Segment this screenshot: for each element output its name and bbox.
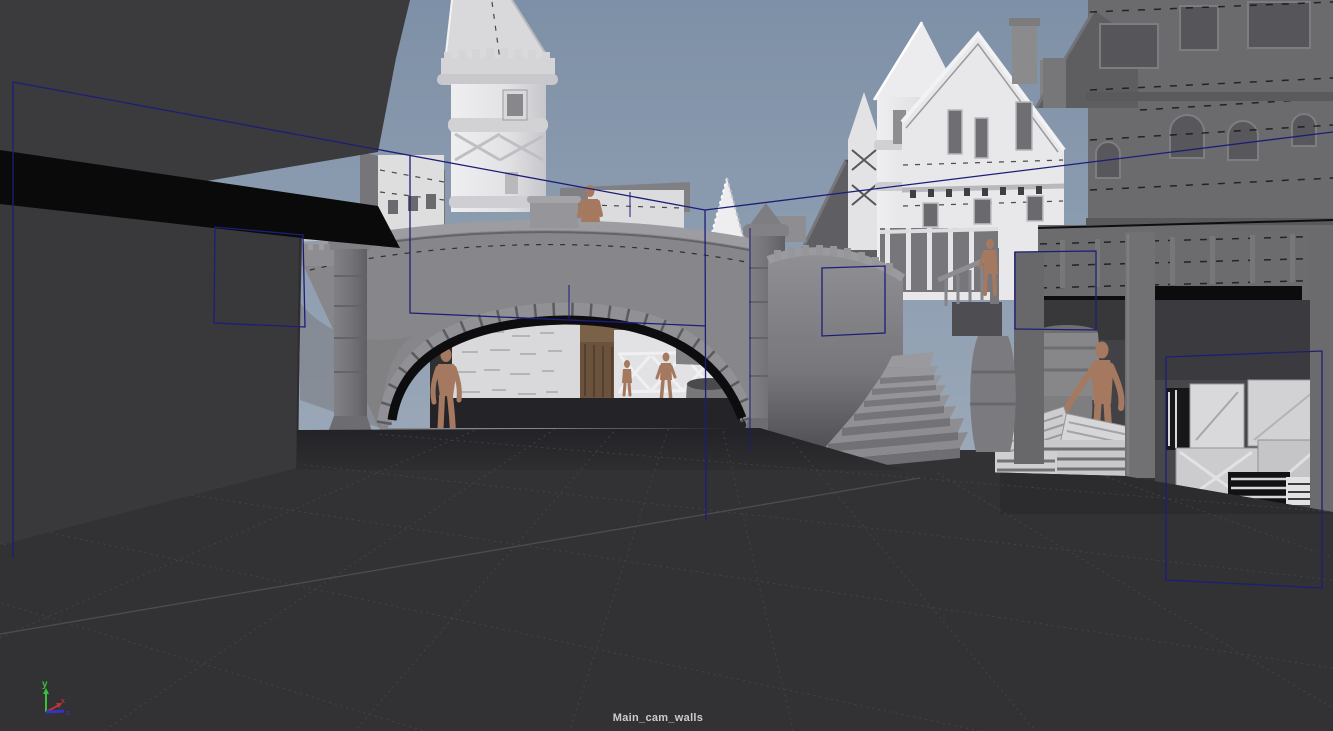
axis-y-label: y: [42, 679, 48, 690]
axis-z-label: z: [66, 710, 70, 717]
viewport-3d[interactable]: y x z Main_cam_walls: [0, 0, 1333, 731]
camera-label: Main_cam_walls: [613, 712, 703, 724]
axis-x-label: x: [61, 698, 65, 705]
